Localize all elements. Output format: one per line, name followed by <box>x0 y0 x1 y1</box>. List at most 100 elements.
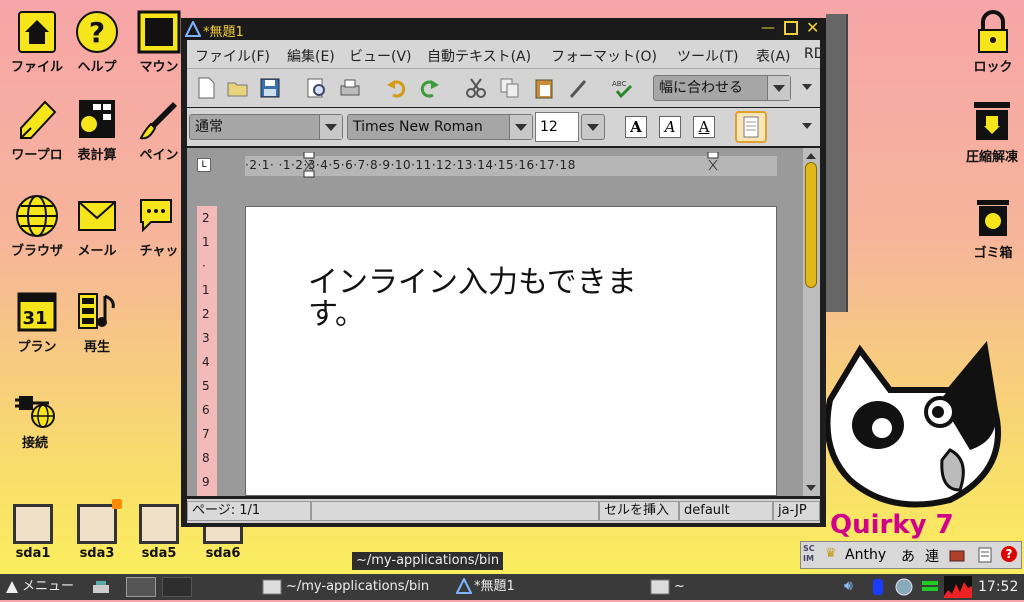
tooltip: ~/my-applications/bin <box>352 552 504 570</box>
keyboard-layout-icon[interactable] <box>92 579 110 599</box>
desktop-icon-trash[interactable]: ゴミ箱 <box>958 196 1024 261</box>
network-status-icon[interactable] <box>894 577 914 601</box>
horizontal-ruler[interactable]: ·2·1· ·1·2·3·4·5·6·7·8·9·10·11·12·13·14·… <box>245 151 777 178</box>
bold-icon[interactable]: A <box>625 116 647 138</box>
right-indent-marker-icon[interactable] <box>707 151 719 182</box>
task-word-processor[interactable]: *無題1 <box>474 576 515 598</box>
paint-icon <box>137 98 181 142</box>
maximize-icon[interactable] <box>784 21 798 35</box>
vertical-scrollbar[interactable] <box>803 148 820 496</box>
new-document-icon[interactable] <box>195 77 217 99</box>
paragraph-settings-icon[interactable] <box>735 111 767 143</box>
status-style: default <box>679 501 773 521</box>
scroll-down-icon[interactable] <box>805 482 817 497</box>
menu-file[interactable]: ファイル(F) <box>195 46 270 66</box>
minimize-icon[interactable]: — <box>761 20 775 36</box>
open-folder-icon[interactable] <box>227 77 249 99</box>
chat-icon <box>137 194 181 238</box>
cut-icon[interactable] <box>465 77 487 99</box>
print-icon[interactable] <box>339 77 361 99</box>
drive-label: sda3 <box>79 546 115 561</box>
ime-input-mode[interactable]: あ <box>901 546 915 566</box>
document-body-text[interactable]: インライン入力もできます。 <box>308 267 668 331</box>
indent-marker-icon[interactable] <box>303 151 315 182</box>
italic-icon[interactable]: A <box>659 116 681 138</box>
menu-table[interactable]: 表(A) <box>756 46 791 66</box>
menu-tools[interactable]: ツール(T) <box>677 46 738 66</box>
desktop-icon-connect[interactable]: 接続 <box>0 386 70 451</box>
task-home[interactable]: ~ <box>674 576 685 598</box>
drive-icon-sda1[interactable]: sda1 <box>0 504 68 561</box>
desktop-icon-lock[interactable]: ロック <box>958 10 1024 75</box>
ime-conversion-mode[interactable]: 連 <box>925 546 939 566</box>
ime-help-icon[interactable]: ? <box>1001 546 1017 562</box>
workspace-2[interactable] <box>162 577 192 597</box>
menu-view[interactable]: ビュー(V) <box>349 46 412 66</box>
underline-icon[interactable]: A <box>693 116 715 138</box>
wallpaper-text: Quirky 7 <box>830 510 954 540</box>
desktop-icon-help[interactable]: ? ヘルプ <box>62 10 132 75</box>
format-toolbar: 通常 Times New Roman 12 A A A <box>187 108 820 146</box>
toolbar-overflow-icon[interactable] <box>801 81 813 97</box>
lock-icon <box>971 10 1015 54</box>
menu-autotext[interactable]: 自動テキスト(A) <box>427 46 531 66</box>
font-size-input[interactable]: 12 <box>535 112 579 142</box>
scrollbar-thumb[interactable] <box>805 162 817 288</box>
format-paintbrush-icon[interactable] <box>567 77 589 99</box>
ime-engine[interactable]: Anthy <box>845 547 886 563</box>
volume-icon[interactable]: 🔊︎ <box>844 578 853 594</box>
zoom-select-value: 幅に合わせる <box>659 80 743 96</box>
spellcheck-icon[interactable]: ABC <box>611 77 633 99</box>
archive-icon <box>970 100 1014 144</box>
drive-icon-sda3[interactable]: sda3 <box>62 499 132 561</box>
zoom-select[interactable]: 幅に合わせる <box>653 75 791 101</box>
close-icon[interactable]: ✕ <box>806 18 819 37</box>
app-logo-icon <box>184 19 202 41</box>
drive-label: sda1 <box>15 546 51 561</box>
vertical-ruler[interactable]: 2 1 · 1 2 3 4 5 6 7 8 9 <box>197 206 217 496</box>
tab-stop-selector-icon[interactable]: L <box>197 158 211 172</box>
drive-icon <box>13 504 53 544</box>
chevron-down-icon[interactable] <box>319 115 342 139</box>
desktop-icon-label: 接続 <box>21 436 48 451</box>
network-connect-icon <box>13 386 57 430</box>
redo-icon[interactable] <box>419 77 441 99</box>
window-titlebar[interactable]: *無題1 — ✕ <box>181 18 826 40</box>
clock[interactable]: 17:52 <box>978 576 1018 598</box>
undo-icon[interactable] <box>385 77 407 99</box>
document-page[interactable]: インライン入力もできます。 <box>245 206 777 496</box>
menu-edit[interactable]: 編集(E) <box>287 46 335 66</box>
task-file-manager[interactable]: ~/my-applications/bin <box>286 576 429 598</box>
chevron-down-icon[interactable] <box>767 76 790 100</box>
menu-format[interactable]: フォーマット(O) <box>551 46 657 66</box>
word-processor-window[interactable]: *無題1 — ✕ ファイル(F) 編集(E) ビュー(V) 自動テキスト(A) … <box>181 18 826 527</box>
desktop-icon-mail[interactable]: メール <box>62 194 132 259</box>
scim-logo-icon[interactable]: SC IM <box>803 544 815 564</box>
copy-icon[interactable] <box>499 77 521 99</box>
status-insert-mode[interactable]: セルを挿入 <box>599 501 679 521</box>
toolbar-overflow-icon[interactable] <box>801 120 813 136</box>
chevron-down-icon[interactable] <box>581 114 605 140</box>
trash-icon <box>971 196 1015 240</box>
desktop-icon-player[interactable]: 再生 <box>62 290 132 355</box>
workspace-1[interactable] <box>126 577 156 597</box>
start-menu-button[interactable]: メニュー <box>22 576 74 598</box>
paragraph-style-value: 通常 <box>195 119 223 135</box>
status-language[interactable]: ja-JP <box>773 501 820 521</box>
paste-icon[interactable] <box>533 77 555 99</box>
properties-icon[interactable] <box>977 547 993 567</box>
font-name-select[interactable]: Times New Roman <box>347 114 533 140</box>
document-area: L ·2·1· ·1·2·3·4·5·6·7·8·9·10·11·12·13·1… <box>187 148 820 496</box>
menu-overflow[interactable]: RD <box>804 46 825 62</box>
dictionary-icon[interactable] <box>949 547 965 567</box>
help-icon: ? <box>75 10 119 54</box>
drive-label: sda5 <box>141 546 177 561</box>
paragraph-style-select[interactable]: 通常 <box>189 114 343 140</box>
bluetooth-icon[interactable] <box>872 578 884 600</box>
print-preview-icon[interactable] <box>305 77 327 99</box>
desktop-icon-spreadsheet[interactable]: 表計算 <box>62 98 132 163</box>
background-window-edge[interactable] <box>826 14 848 312</box>
chevron-down-icon[interactable] <box>509 115 532 139</box>
desktop-icon-archive[interactable]: 圧縮解凍 <box>952 100 1024 165</box>
save-icon[interactable] <box>259 77 281 99</box>
